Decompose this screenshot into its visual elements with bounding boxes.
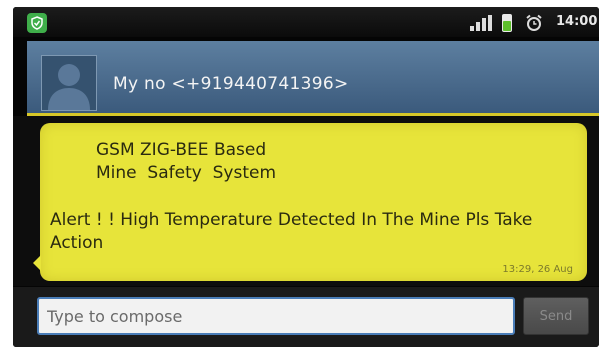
message-body: Alert ! ! High Temperature Detected In T… [50,210,533,253]
message-bubble[interactable]: GSM ZIG-BEE Based Mine Safety System Ale… [33,123,587,281]
alarm-icon [526,14,542,31]
person-silhouette-icon [48,64,90,110]
clock: 14:00 [556,14,598,29]
compose-input[interactable] [37,297,515,335]
message-title-line1: GSM ZIG-BEE Based [96,140,267,160]
contact-name: My no <+919440741396> [113,74,349,94]
message-thread[interactable]: GSM ZIG-BEE Based Mine Safety System Ale… [13,116,599,286]
signal-icon [470,15,492,31]
send-button[interactable]: Send [523,297,589,335]
shield-icon [27,13,47,33]
battery-icon [502,14,512,32]
message-title: GSM ZIG-BEE Based Mine Safety System [96,139,396,185]
contact-avatar[interactable] [41,55,97,111]
phone-screen: 14:00 My no <+919440741396> GSM ZIG-BEE … [13,7,599,347]
conversation-header: My no <+919440741396> [27,41,599,116]
message-title-line2: Mine Safety System [96,163,277,183]
compose-bar: Send [13,287,599,347]
status-bar: 14:00 [13,7,599,37]
message-timestamp: 13:29, 26 Aug [502,264,573,275]
